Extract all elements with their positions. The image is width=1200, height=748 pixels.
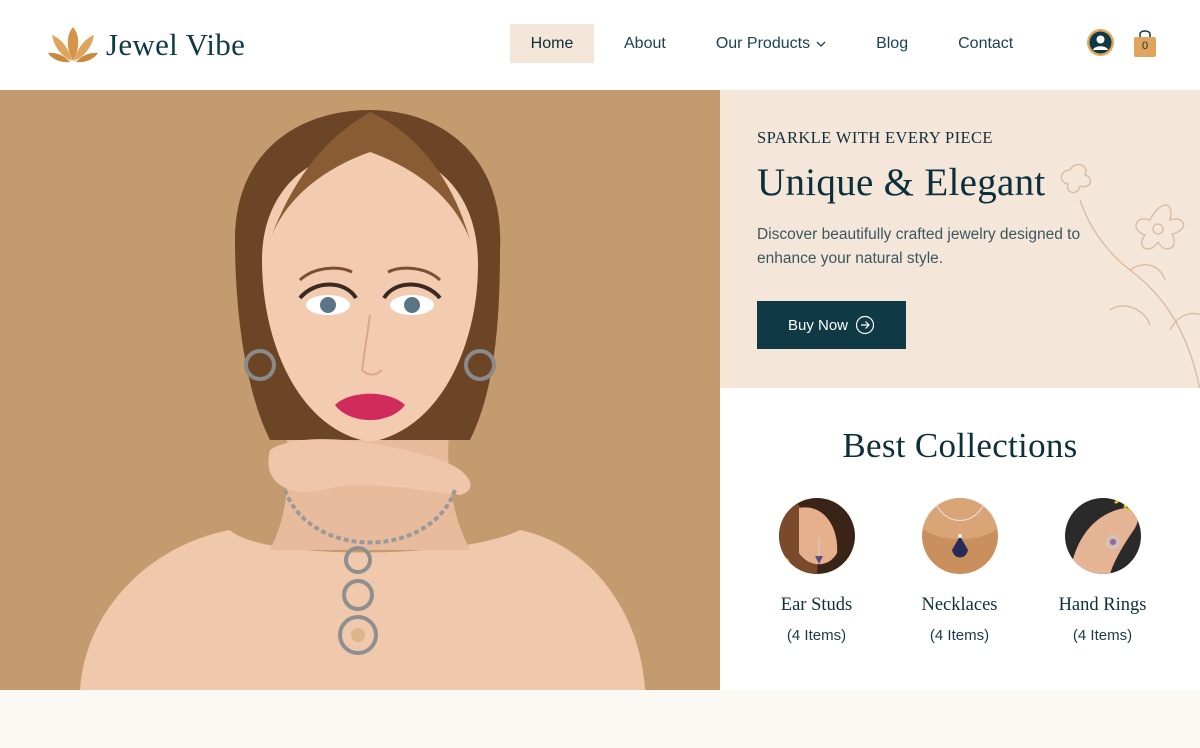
collection-hand-rings[interactable]: Hand Rings (4 Items) bbox=[1031, 498, 1174, 644]
collection-necklaces[interactable]: Necklaces (4 Items) bbox=[888, 498, 1031, 644]
hero-description: Discover beautifully crafted jewelry des… bbox=[757, 226, 1081, 267]
ear-studs-thumbnail bbox=[778, 498, 855, 574]
earring-photo-icon bbox=[778, 498, 855, 574]
cart-button[interactable]: 0 bbox=[1132, 27, 1158, 58]
necklaces-thumbnail bbox=[921, 498, 998, 574]
ring-photo-icon bbox=[1064, 498, 1141, 574]
brand-logo[interactable]: Jewel Vibe bbox=[48, 24, 245, 66]
hero-promo-panel: SPARKLE WITH EVERY PIECE Unique & Elegan… bbox=[720, 90, 1200, 388]
main-nav: Home About Our Products Blog Contact bbox=[510, 24, 1013, 63]
collection-count: (4 Items) bbox=[786, 627, 847, 644]
site-header: Jewel Vibe Home About Our Products Blog … bbox=[0, 0, 1200, 90]
flower-decoration-icon bbox=[1060, 163, 1200, 388]
lotus-logo-icon bbox=[48, 27, 98, 63]
nav-our-products[interactable]: Our Products bbox=[716, 24, 826, 63]
hand-rings-thumbnail bbox=[1064, 498, 1141, 574]
nav-contact[interactable]: Contact bbox=[958, 24, 1013, 63]
collection-name: Hand Rings bbox=[1058, 595, 1147, 615]
necklace-photo-icon bbox=[921, 498, 998, 574]
nav-blog[interactable]: Blog bbox=[876, 24, 908, 63]
collection-ear-studs[interactable]: Ear Studs (4 Items) bbox=[745, 498, 888, 644]
user-circle-icon[interactable] bbox=[1087, 29, 1114, 56]
nav-our-products-label: Our Products bbox=[715, 34, 811, 52]
nav-about[interactable]: About bbox=[624, 24, 666, 63]
hero-image bbox=[0, 90, 720, 690]
hero-eyebrow: SPARKLE WITH EVERY PIECE bbox=[757, 128, 993, 147]
collection-name: Necklaces bbox=[921, 595, 998, 615]
model-portrait-illustration bbox=[0, 90, 720, 690]
cart-count-badge: 0 bbox=[1141, 40, 1149, 52]
nav-home[interactable]: Home bbox=[510, 24, 594, 63]
buy-now-label: Buy Now bbox=[787, 316, 849, 334]
collection-count: (4 Items) bbox=[1072, 627, 1133, 644]
collection-count: (4 Items) bbox=[929, 627, 990, 644]
collection-name: Ear Studs bbox=[780, 595, 853, 615]
hero-title: Unique & Elegant bbox=[757, 161, 1046, 204]
arrow-right-circle-icon bbox=[855, 315, 875, 335]
brand-name: Jewel Vibe bbox=[106, 27, 246, 62]
buy-now-button[interactable]: Buy Now bbox=[757, 301, 906, 349]
collections-title: Best Collections bbox=[842, 426, 1078, 465]
chevron-down-icon bbox=[816, 41, 826, 47]
next-section-background bbox=[0, 690, 1200, 748]
best-collections-section: Best Collections Ear Studs (4 Items) Nec… bbox=[720, 388, 1200, 690]
